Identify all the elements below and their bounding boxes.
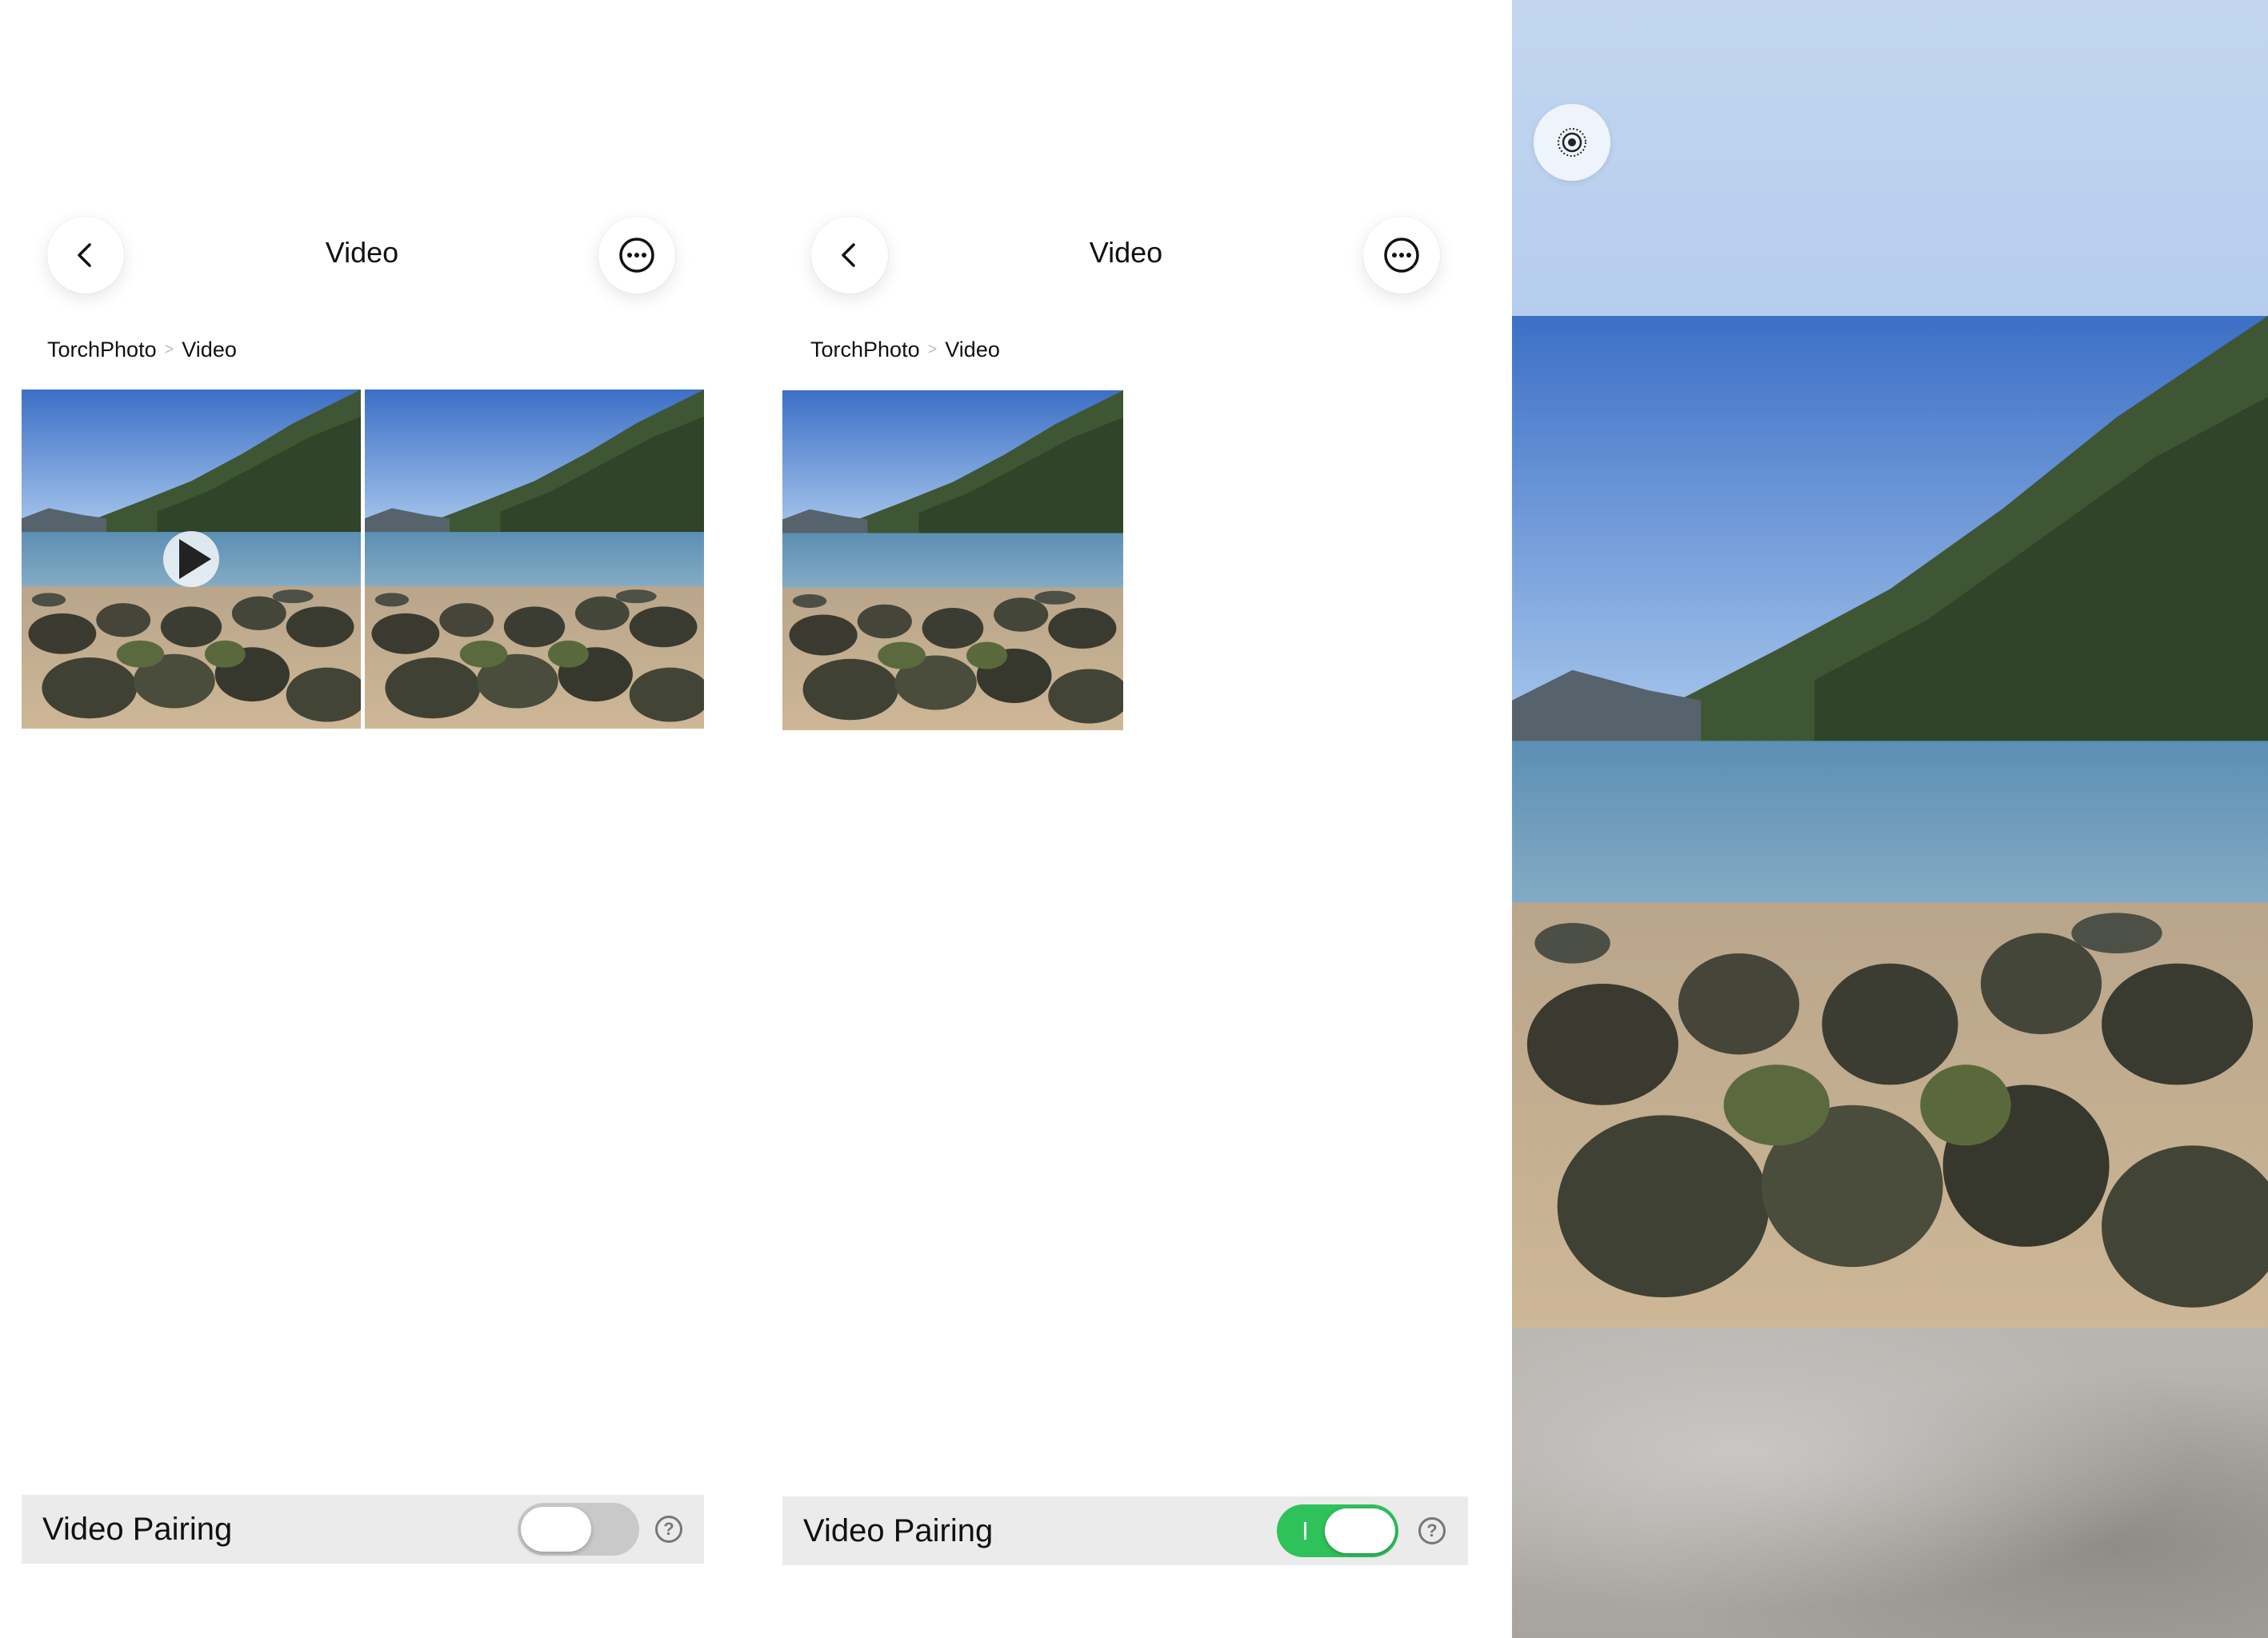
breadcrumb-current: Video (945, 338, 1000, 362)
photo-viewer (1512, 0, 2268, 1638)
photo-thumbnail[interactable] (365, 390, 704, 729)
thumbnail-image (365, 390, 704, 729)
play-icon (179, 539, 211, 579)
blurred-bottom-area (1512, 1328, 2268, 1638)
breadcrumb: TorchPhoto > Video (810, 338, 1000, 362)
screen-video-pairing-on: Video TorchPhoto > Video Video Pairing ? (764, 0, 1512, 1638)
more-button[interactable] (1363, 217, 1440, 294)
video-pairing-label: Video Pairing (42, 1511, 233, 1547)
breadcrumb: TorchPhoto > Video (47, 338, 237, 362)
more-horizontal-circle-icon (619, 238, 654, 273)
more-button[interactable] (598, 217, 675, 294)
more-horizontal-circle-icon (1384, 238, 1419, 273)
live-photo-icon (1558, 128, 1586, 157)
video-pairing-toggle[interactable] (518, 1503, 639, 1556)
toggle-knob (1325, 1508, 1395, 1553)
nav-header: Video (20, 180, 704, 332)
toggle-knob (521, 1507, 591, 1552)
photo-image (1512, 316, 2268, 1328)
video-pairing-label: Video Pairing (803, 1512, 994, 1548)
breadcrumb-root[interactable]: TorchPhoto (47, 338, 157, 362)
video-pairing-toggle[interactable] (1277, 1504, 1398, 1557)
toggle-on-indicator (1304, 1522, 1306, 1540)
play-button[interactable] (163, 531, 219, 587)
breadcrumb-separator-icon: > (164, 341, 174, 358)
breadcrumb-current: Video (182, 338, 237, 362)
help-circle-icon[interactable]: ? (1418, 1517, 1446, 1544)
video-pairing-row: Video Pairing ? (782, 1496, 1468, 1565)
live-photo-button[interactable] (1534, 104, 1610, 181)
help-circle-icon[interactable]: ? (655, 1516, 682, 1543)
thumbnail-image (782, 390, 1123, 730)
paired-thumbnail[interactable] (782, 390, 1123, 730)
breadcrumb-root[interactable]: TorchPhoto (810, 338, 920, 362)
screen-video-pairing-off: Video TorchPhoto > Video Video Pairing ? (0, 0, 724, 1638)
video-pairing-row: Video Pairing ? (22, 1495, 704, 1564)
video-thumbnail[interactable] (22, 390, 361, 729)
full-photo[interactable] (1512, 316, 2268, 1328)
breadcrumb-separator-icon: > (927, 341, 938, 358)
blurred-top-area (1512, 0, 2268, 316)
nav-header: Video (784, 180, 1468, 332)
